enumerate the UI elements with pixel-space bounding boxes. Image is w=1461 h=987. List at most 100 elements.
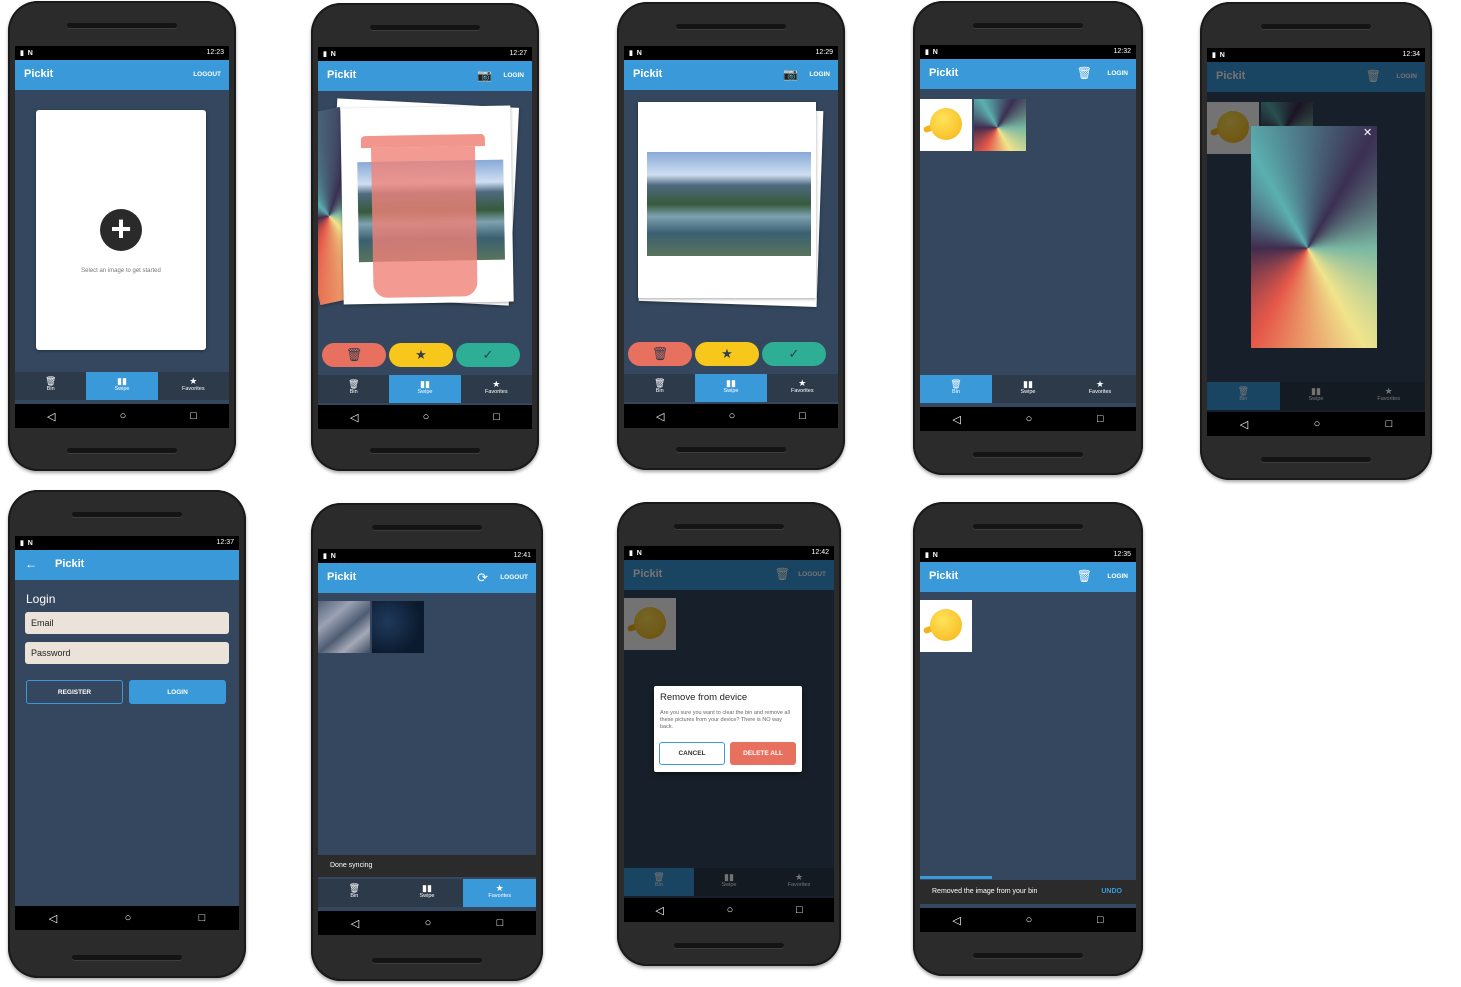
back-nav-icon[interactable]: ◁ <box>952 914 960 927</box>
keep-button[interactable]: ✓ <box>456 343 520 367</box>
camera-icon[interactable]: 📷 <box>783 67 798 81</box>
login-submit-button[interactable]: LOGIN <box>129 680 226 704</box>
system-nav: ◁ ○ □ <box>1207 412 1425 436</box>
empty-state-card[interactable]: + Select an image to get started <box>36 110 206 350</box>
recents-nav-icon[interactable]: □ <box>799 410 806 422</box>
delete-all-button[interactable]: DELETE ALL <box>730 742 796 765</box>
close-icon[interactable]: ✕ <box>1363 126 1372 139</box>
app-title: Pickit <box>929 67 959 79</box>
home-nav-icon[interactable]: ○ <box>1026 914 1033 926</box>
back-nav-icon[interactable]: ◁ <box>47 410 55 423</box>
nav-favorites[interactable]: ★Favorites <box>767 374 838 402</box>
delete-bin-icon[interactable]: 🗑 <box>1077 66 1092 80</box>
speaker-grill <box>676 24 786 29</box>
recents-nav-icon[interactable]: □ <box>796 904 803 916</box>
cards-icon: ▮▮ <box>726 378 736 388</box>
recents-nav-icon[interactable]: □ <box>190 410 197 422</box>
home-nav-icon[interactable]: ○ <box>1314 418 1321 430</box>
app-bar: Pickit LOGOUT <box>15 60 229 90</box>
nav-swipe[interactable]: ▮▮Swipe <box>86 372 158 400</box>
login-button[interactable]: LOGIN <box>503 72 524 79</box>
app-bar: Pickit 📷 LOGIN <box>318 61 532 91</box>
nav-bin-label: Bin <box>46 386 55 392</box>
nav-bin[interactable]: 🗑Bin <box>920 375 992 403</box>
recents-nav-icon[interactable]: □ <box>497 917 504 929</box>
favorite-thumbnail[interactable] <box>372 601 424 653</box>
home-nav-icon[interactable]: ○ <box>120 410 127 422</box>
status-time: 12:35 <box>1113 551 1131 558</box>
register-button[interactable]: REGISTER <box>26 680 123 704</box>
nav-bin-indicator <box>920 876 992 879</box>
recents-nav-icon[interactable]: □ <box>1097 914 1104 926</box>
nav-swipe[interactable]: ▮▮Swipe <box>389 375 461 403</box>
nav-swipe[interactable]: ▮▮Swipe <box>695 374 767 402</box>
speaker-grill <box>1261 24 1371 29</box>
bin-thumbnail[interactable] <box>920 99 972 151</box>
add-icon[interactable]: + <box>100 209 142 251</box>
app-title: Pickit <box>327 69 357 81</box>
logout-button[interactable]: LOGOUT <box>193 71 221 78</box>
undo-button[interactable]: UNDO <box>1101 880 1122 904</box>
home-nav-icon[interactable]: ○ <box>125 912 132 924</box>
nav-favorites[interactable]: ★Favorites <box>461 375 532 403</box>
nav-bin[interactable]: 🗑Bin <box>15 372 86 400</box>
logout-button[interactable]: LOGOUT <box>500 574 528 581</box>
login-button[interactable]: LOGIN <box>1107 573 1128 580</box>
dialog-title: Remove from device <box>660 692 748 703</box>
home-nav-icon[interactable]: ○ <box>727 904 734 916</box>
keep-button[interactable]: ✓ <box>762 342 826 366</box>
recents-nav-icon[interactable]: □ <box>199 912 206 924</box>
recents-nav-icon[interactable]: □ <box>1097 413 1104 425</box>
back-nav-icon[interactable]: ◁ <box>952 413 960 426</box>
login-button[interactable]: LOGIN <box>1107 70 1128 77</box>
back-nav-icon[interactable]: ◁ <box>350 411 358 424</box>
delete-button[interactable]: 🗑 <box>628 342 692 366</box>
home-nav-icon[interactable]: ○ <box>425 917 432 929</box>
bin-thumbnail[interactable] <box>974 99 1026 151</box>
favorite-thumbnail[interactable] <box>318 601 370 653</box>
home-nav-icon[interactable]: ○ <box>423 411 430 423</box>
phone-8: ▮ N12:42 Pickit 🗑 LOGOUT 🗑Bin ▮▮Swipe ★F… <box>617 502 841 966</box>
back-arrow-icon[interactable]: ← <box>25 557 37 571</box>
nav-favorites[interactable]: ★Favorites <box>158 372 229 400</box>
screen: ▮ N 12:23 Pickit LOGOUT + Select an image… <box>15 46 229 428</box>
recents-nav-icon[interactable]: □ <box>1386 418 1393 430</box>
sync-icon[interactable]: ⟳ <box>477 570 488 586</box>
current-card[interactable] <box>638 102 816 298</box>
home-nav-icon[interactable]: ○ <box>1026 413 1033 425</box>
status-time: 12:42 <box>811 549 829 556</box>
nav-swipe[interactable]: ▮▮Swipe <box>992 375 1064 403</box>
app-bar: Pickit 📷 LOGIN <box>624 60 838 90</box>
bin-thumbnail[interactable] <box>920 600 972 652</box>
screen: ▮ N12:34 Pickit 🗑 LOGIN 🗑Bin ▮▮Swipe ★Fa… <box>1207 48 1425 436</box>
current-card[interactable] <box>340 105 514 305</box>
favorite-button[interactable]: ★ <box>389 343 453 367</box>
camera-icon[interactable]: 📷 <box>477 68 492 82</box>
nav-bin[interactable]: 🗑Bin <box>318 375 389 403</box>
back-nav-icon[interactable]: ◁ <box>655 904 663 917</box>
check-icon: ✓ <box>482 347 494 362</box>
back-nav-icon[interactable]: ◁ <box>49 912 57 925</box>
cancel-button[interactable]: CANCEL <box>659 742 725 765</box>
favorite-button[interactable]: ★ <box>695 342 759 366</box>
email-field[interactable]: Email <box>25 612 229 634</box>
delete-bin-icon[interactable]: 🗑 <box>1077 569 1092 583</box>
home-nav-icon[interactable]: ○ <box>729 410 736 422</box>
back-nav-icon[interactable]: ◁ <box>1240 418 1248 431</box>
recents-nav-icon[interactable]: □ <box>493 411 500 423</box>
login-button[interactable]: LOGIN <box>809 71 830 78</box>
system-nav: ◁ ○ □ <box>920 407 1136 431</box>
nav-bin[interactable]: 🗑Bin <box>318 879 391 907</box>
nav-bin[interactable]: 🗑Bin <box>624 374 695 402</box>
back-nav-icon[interactable]: ◁ <box>656 410 664 423</box>
nav-swipe[interactable]: ▮▮Swipe <box>391 879 464 907</box>
star-icon: ★ <box>721 346 733 361</box>
password-field[interactable]: Password <box>25 642 229 664</box>
speaker-grill <box>674 943 784 948</box>
back-nav-icon[interactable]: ◁ <box>351 917 359 930</box>
nav-favorites[interactable]: ★Favorites <box>463 879 536 907</box>
speaker-grill <box>372 958 482 963</box>
nav-favorites[interactable]: ★Favorites <box>1064 375 1136 403</box>
delete-button[interactable]: 🗑 <box>322 343 386 367</box>
app-bar: Pickit ⟳ LOGOUT <box>318 563 536 593</box>
